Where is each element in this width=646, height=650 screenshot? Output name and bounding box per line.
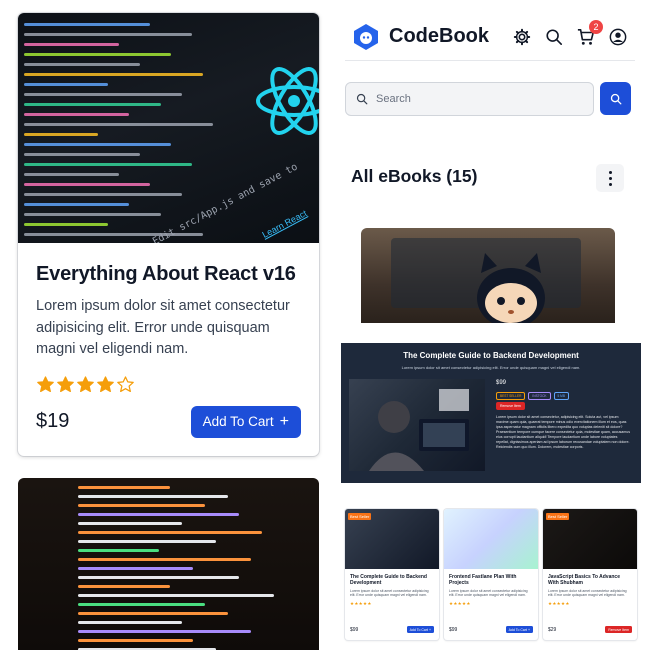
mini-rating-stars: ★★★★★: [548, 600, 570, 606]
add-to-cart-button[interactable]: Add To Cart +: [190, 405, 301, 438]
settings-gear-icon[interactable]: [513, 28, 531, 46]
cart-button[interactable]: 2: [577, 19, 603, 46]
brand-name[interactable]: CodeBook: [389, 25, 489, 48]
mini-product-card[interactable]: Best Seller The Complete Guide to Backen…: [345, 509, 439, 640]
kebab-dot: [608, 170, 612, 174]
mini-product-footer: $99 Add To Cart +: [350, 626, 434, 633]
mini-product-title: JavaScript Basics To Advance With Shubha…: [548, 574, 620, 586]
star-filled-icon: [37, 375, 54, 392]
header-icons: 2: [513, 19, 627, 46]
mini-product-card[interactable]: Best Seller JavaScript Basics To Advance…: [543, 509, 637, 640]
mini-product-title: Frontend Fastlane Plan With Projects: [449, 574, 517, 586]
product-title[interactable]: Everything About React v16: [36, 263, 301, 286]
kebab-dot: [608, 182, 612, 186]
detail-price: $99: [496, 380, 507, 386]
product-description: Lorem ipsum dolor sit amet consectetur a…: [36, 298, 290, 357]
mini-product-price: $99: [350, 626, 359, 633]
plus-icon: +: [279, 412, 289, 430]
product-detail-preview: The Complete Guide to Backend Developmen…: [341, 343, 641, 483]
search-icon: [356, 93, 368, 105]
mini-product-title: The Complete Guide to Backend Developmen…: [350, 574, 427, 586]
star-empty-icon: [117, 375, 134, 392]
listing-title: All eBooks (15): [351, 166, 478, 186]
mini-product-image: [444, 509, 538, 569]
search-icon: [610, 93, 621, 104]
detail-tags: BEST SELLER INSTOCK 5 MB: [496, 392, 569, 400]
search-bar: [345, 82, 631, 116]
search-icon[interactable]: [545, 28, 563, 46]
second-product-image[interactable]: [18, 478, 319, 650]
rating-stars: [36, 375, 301, 394]
star-filled-icon: [97, 375, 114, 392]
detail-image: [349, 379, 485, 471]
cart-count-badge: 2: [589, 19, 603, 34]
site-header: CodeBook 2: [345, 13, 635, 61]
detail-title: The Complete Guide to Backend Developmen…: [403, 351, 579, 360]
user-account-icon[interactable]: [609, 28, 627, 46]
image-link-text: Learn React: [260, 208, 309, 240]
mini-product-description: Lorem ipsum dolor sit amet consectetur a…: [449, 589, 528, 598]
product-card-body: Everything About React v16 Lorem ipsum d…: [18, 243, 319, 438]
search-field[interactable]: [345, 82, 594, 116]
tag-instock: INSTOCK: [528, 392, 551, 400]
best-seller-badge: Best Seller: [546, 513, 570, 520]
mini-product-footer: $29 Remove Item: [548, 626, 632, 633]
mini-rating-stars: ★★★★★: [350, 600, 372, 606]
mini-product-description: Lorem ipsum dolor sit amet consectetur a…: [548, 589, 627, 598]
search-input[interactable]: [376, 93, 576, 105]
best-seller-badge: Best Seller: [348, 513, 372, 520]
mini-product-price: $29: [548, 626, 557, 633]
tag-best-seller: BEST SELLER: [496, 392, 526, 400]
star-filled-icon: [57, 375, 74, 392]
star-filled-icon: [77, 375, 94, 392]
code-screen-image: [78, 486, 308, 650]
mini-product-price: $99: [449, 626, 458, 633]
product-card-footer: $19 Add To Cart +: [36, 405, 301, 438]
detail-body-text: Lorem ipsum dolor sit amet consectetur, …: [496, 415, 631, 449]
mini-add-to-cart-button[interactable]: Add To Cart +: [406, 626, 434, 633]
more-options-button[interactable]: [596, 164, 624, 192]
add-to-cart-label: Add To Cart: [202, 414, 274, 429]
page: Edit src/App.js and save to Learn React …: [0, 0, 646, 650]
mini-remove-item-button[interactable]: Remove Item: [605, 626, 632, 633]
codebook-logo-icon[interactable]: [351, 22, 381, 52]
octocat-figure-icon: [391, 238, 581, 323]
mini-product-image: Best Seller: [543, 509, 637, 569]
search-submit-button[interactable]: [600, 82, 631, 115]
tag-size: 5 MB: [553, 392, 569, 400]
octocat-product-image[interactable]: [361, 228, 615, 323]
kebab-dot: [608, 176, 612, 180]
mini-product-description: Lorem ipsum dolor sit amet consectetur a…: [350, 589, 429, 598]
person-at-laptop-image: [369, 389, 469, 471]
mini-product-card[interactable]: Frontend Fastlane Plan With Projects Lor…: [444, 509, 538, 640]
mini-product-image: Best Seller: [345, 509, 439, 569]
mini-product-footer: $99 Add To Cart +: [449, 626, 533, 633]
mini-add-to-cart-button[interactable]: Add To Cart +: [505, 626, 533, 633]
product-price: $19: [36, 410, 70, 432]
detail-subtitle: Lorem ipsum dolor sit amet consectetur a…: [401, 365, 581, 370]
mini-rating-stars: ★★★★★: [449, 600, 471, 606]
product-image[interactable]: Edit src/App.js and save to Learn React: [18, 13, 319, 243]
mini-product-grid: Best Seller The Complete Guide to Backen…: [345, 509, 637, 640]
product-card[interactable]: Edit src/App.js and save to Learn React …: [18, 13, 319, 456]
react-logo-icon: [256, 67, 319, 135]
remove-item-button[interactable]: Remove Item: [496, 402, 525, 410]
